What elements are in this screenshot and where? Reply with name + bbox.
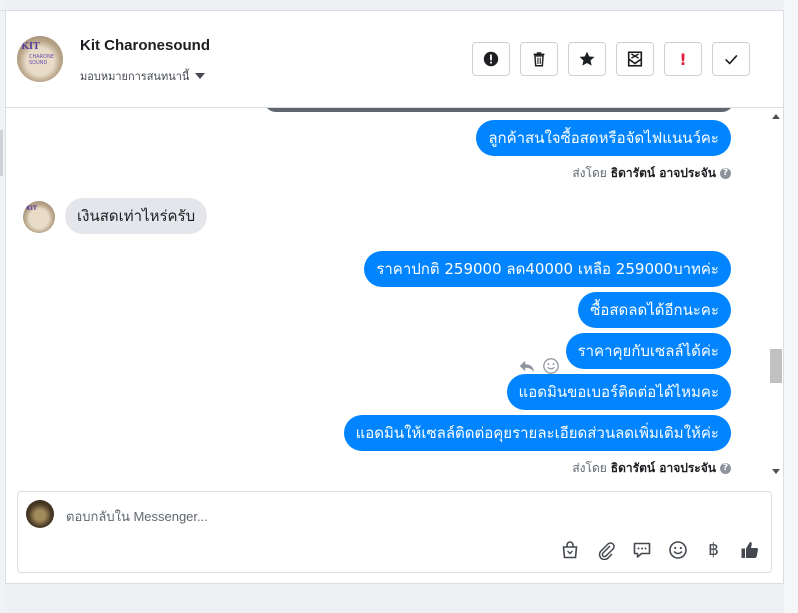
sent-by-name[interactable]: ธิดารัตน์ อาจประจัน xyxy=(611,459,716,478)
archive-icon xyxy=(627,51,643,67)
star-icon xyxy=(579,51,595,66)
check-icon xyxy=(725,54,738,65)
conversation-header: KIT CHARONE SOUND Kit Charonesound มอบหม… xyxy=(6,11,783,108)
follow-up-button[interactable]: ! xyxy=(664,42,702,76)
message-composer: ฿ xyxy=(17,491,772,573)
outgoing-message[interactable]: แอดมินขอเบอร์ติดต่อได้ไหมคะ xyxy=(506,374,731,410)
exclamation-circle-icon xyxy=(483,51,499,67)
saved-replies-button[interactable] xyxy=(630,538,653,561)
sent-by-label: ส่งโดย ธิดารัตน์ อาจประจัน ? xyxy=(572,164,731,183)
outgoing-message[interactable]: ซื้อสดลดได้อีกนะคะ xyxy=(578,292,731,328)
react-emoji-icon[interactable] xyxy=(542,357,560,375)
message-scrollbar[interactable] xyxy=(769,108,783,478)
mark-spam-button[interactable] xyxy=(472,42,510,76)
delete-button[interactable] xyxy=(520,42,558,76)
contact-avatar-small: KIT xyxy=(23,201,55,233)
scroll-down-arrow-icon[interactable] xyxy=(772,469,780,474)
assign-label: มอบหมายการสนทนานี้ xyxy=(80,71,190,83)
outgoing-message[interactable]: ลูกค้าสนใจซื้อสดหรือจัดไฟแนนว์คะ xyxy=(476,120,731,156)
thumbs-up-icon xyxy=(741,541,758,558)
left-scroll-marker xyxy=(0,130,3,176)
reply-icon[interactable] xyxy=(518,357,536,375)
sent-by-label: ส่งโดย ธิดารัตน์ อาจประจัน ? xyxy=(572,459,731,478)
window-right-strip xyxy=(784,0,798,613)
like-button[interactable] xyxy=(738,538,761,561)
sent-by-prefix: ส่งโดย xyxy=(572,166,607,180)
caret-down-icon xyxy=(195,73,206,79)
message-actions xyxy=(518,357,560,375)
follow-up-icon: ! xyxy=(679,49,687,69)
page-avatar xyxy=(26,500,54,528)
assign-conversation-dropdown[interactable]: มอบหมายการสนทนานี้ xyxy=(80,67,206,85)
mark-done-button[interactable] xyxy=(712,42,750,76)
scroll-up-arrow-icon[interactable] xyxy=(772,114,780,119)
incoming-message[interactable]: เงินสดเท่าไหร่ครับ xyxy=(65,198,208,234)
contact-name[interactable]: Kit Charonesound xyxy=(80,37,210,54)
shopping-bag-icon xyxy=(562,540,577,558)
help-icon[interactable]: ? xyxy=(720,463,731,474)
reply-input[interactable] xyxy=(64,504,668,528)
payment-button[interactable]: ฿ xyxy=(702,538,725,561)
sent-by-name[interactable]: ธิดารัตน์ อาจประจัน xyxy=(611,164,716,183)
composer-toolbar: ฿ xyxy=(558,538,761,561)
message-list: ลูกค้าสนใจซื้อสดหรือจัดไฟแนนว์คะ ส่งโดย … xyxy=(6,108,769,478)
baht-icon: ฿ xyxy=(708,539,719,560)
conversation-panel: KIT CHARONE SOUND Kit Charonesound มอบหม… xyxy=(5,10,784,584)
outgoing-message[interactable]: ราคาปกติ 259000 ลด40000 เหลือ 259000บาทค… xyxy=(364,251,731,287)
trash-icon xyxy=(533,52,545,67)
archive-button[interactable] xyxy=(616,42,654,76)
avatar-logo-text: KIT xyxy=(21,42,40,52)
contact-avatar[interactable]: KIT CHARONE SOUND xyxy=(17,36,63,82)
attach-button[interactable] xyxy=(594,538,617,561)
emoji-button[interactable] xyxy=(666,538,689,561)
scroll-thumb[interactable] xyxy=(770,349,782,383)
help-icon[interactable]: ? xyxy=(720,168,731,179)
paperclip-icon xyxy=(598,541,615,560)
emoji-icon xyxy=(668,540,687,559)
shop-button[interactable] xyxy=(558,538,581,561)
avatar-logo-subtext: CHARONE SOUND xyxy=(29,54,54,66)
image-attachment[interactable] xyxy=(264,108,734,112)
avatar-small-text: KIT xyxy=(26,205,37,212)
outgoing-message[interactable]: ราคาคุยกับเซลล์ได้ค่ะ xyxy=(565,333,731,369)
sent-by-prefix: ส่งโดย xyxy=(572,461,607,475)
star-button[interactable] xyxy=(568,42,606,76)
outgoing-message[interactable]: แอดมินให้เซลล์ติดต่อคุยรายละเอียดส่วนลดเ… xyxy=(343,415,731,451)
chat-bubble-icon xyxy=(633,542,650,558)
